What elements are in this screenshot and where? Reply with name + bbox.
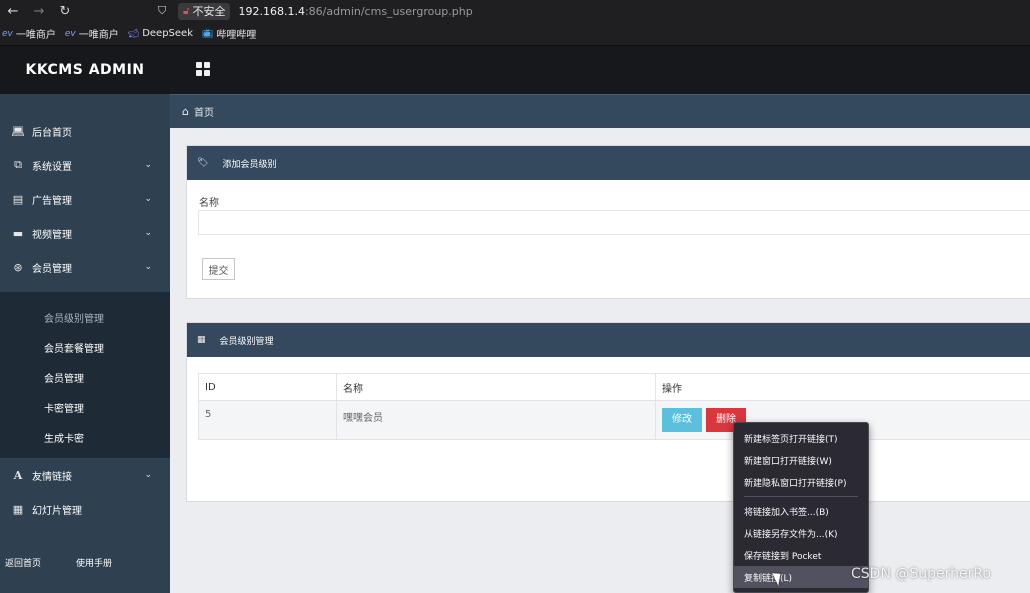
panel-title: 会员级别管理 — [219, 336, 274, 347]
sidebar-subitem-member-levels[interactable]: 会员级别管理 — [0, 302, 170, 332]
column-header-name: 名称 — [336, 373, 656, 401]
browser-toolbar: ← → ↻ ⛉ 🔓︎ 不安全 192.168.1.4:86/admin/cms_… — [0, 0, 1030, 22]
column-header-id: ID — [198, 373, 337, 401]
insecure-label: 不安全 — [192, 5, 226, 18]
panel-title: 添加会员级别 — [222, 159, 277, 170]
side-menu: 💻︎ 后台首页 ⧉ 系统设置 ⌄ ▤ 广告管理 ⌄ ▬ 视频管理 ⌄ ⊛ 会员管… — [0, 94, 170, 526]
chevron-down-icon: ⌄ — [144, 194, 152, 204]
grid-toggle-icon[interactable] — [196, 62, 210, 76]
sidebar-item-system-settings[interactable]: ⧉ 系统设置 ⌄ — [0, 148, 170, 182]
sidebar-item-videos[interactable]: ▬ 视频管理 ⌄ — [0, 216, 170, 250]
add-level-panel: 🏷︎ 添加会员级别 名称 提交 — [186, 145, 1030, 299]
column-header-actions: 操作 — [655, 373, 1030, 401]
top-navbar — [170, 46, 1030, 94]
sidebar-item-friend-links[interactable]: A 友情链接 ⌄ — [0, 458, 170, 492]
context-menu: 新建标签页打开链接(T) 新建窗口打开链接(W) 新建隐私窗口打开链接(P) 将… — [733, 422, 869, 593]
members-submenu: 会员级别管理 会员套餐管理 会员管理 卡密管理 生成卡密 — [0, 292, 170, 458]
level-table: ID 名称 操作 5 嘿嘿会员 修改 删除 — [198, 373, 1030, 440]
lock-warning-icon: 🔓︎ — [183, 5, 190, 17]
sidebar-item-dashboard[interactable]: 💻︎ 后台首页 — [0, 114, 170, 148]
sidebar-item-slides[interactable]: ▦ 幻灯片管理 — [0, 492, 170, 526]
submit-button[interactable]: 提交 — [202, 258, 235, 280]
ctx-separator — [744, 496, 858, 497]
home-icon[interactable]: ⌂ — [182, 105, 189, 118]
table-row: 5 嘿嘿会员 修改 删除 — [198, 400, 1030, 440]
list-icon: ▤ — [12, 192, 24, 206]
breadcrumb: ⌂ 首页 — [170, 94, 1030, 128]
bilibili-icon: 📺︎ — [201, 28, 214, 39]
address-bar[interactable]: ⛉ 🔓︎ 不安全 192.168.1.4:86/admin/cms_usergr… — [158, 2, 473, 20]
breadcrumb-home[interactable]: 首页 — [194, 104, 214, 119]
settings-icon: ⧉ — [14, 158, 22, 171]
bookmark-1[interactable]: ev 一唯商户 — [2, 26, 56, 42]
bookmarks-bar: ev 一唯商户 ev 一唯商户 🐋︎ DeepSeek 📺︎ 哔哩哔哩 — [0, 22, 1030, 46]
panel-header: ▦ 会员级别管理 — [187, 323, 1030, 357]
chevron-down-icon: ⌄ — [144, 160, 152, 170]
laptop-icon: 💻︎ — [11, 124, 25, 138]
bookmark-bilibili[interactable]: 📺︎ 哔哩哔哩 — [201, 26, 256, 42]
watermark: CSDN @SuperherRo — [851, 566, 992, 582]
ctx-open-private-window[interactable]: 新建隐私窗口打开链接(P) — [734, 471, 868, 493]
sidebar-footer: 返回首页 使用手册 — [0, 556, 170, 569]
chevron-up-icon: ⌄ — [144, 262, 152, 272]
deepseek-icon: 🐋︎ — [127, 28, 140, 39]
reload-icon[interactable]: ↻ — [52, 0, 78, 22]
table-icon: ▦ — [197, 335, 206, 345]
name-input[interactable] — [198, 210, 1030, 235]
bookmark-2[interactable]: ev 一唯商户 — [64, 26, 119, 42]
sidebar: KKCMS ADMIN 💻︎ 后台首页 ⧉ 系统设置 ⌄ ▤ 广告管理 ⌄ ▬ … — [0, 46, 170, 593]
insecure-badge[interactable]: 🔓︎ 不安全 — [178, 2, 231, 20]
bookmark-deepseek[interactable]: 🐋︎ DeepSeek — [128, 28, 193, 39]
ctx-open-new-tab[interactable]: 新建标签页打开链接(T) — [734, 427, 868, 449]
name-label: 名称 — [199, 198, 219, 209]
manual-link[interactable]: 使用手册 — [76, 556, 112, 569]
sidebar-subitem-member-packages[interactable]: 会员套餐管理 — [0, 332, 170, 362]
panel-header: 🏷︎ 添加会员级别 — [187, 146, 1030, 180]
main-content: 🏷︎ 添加会员级别 名称 提交 ▦ 会员级别管理 ID 名称 操作 5 嘿嘿会员… — [170, 128, 1030, 593]
chevron-down-icon: ⌄ — [144, 228, 152, 238]
lifebuoy-icon: ⊛ — [13, 260, 23, 274]
ctx-save-to-pocket[interactable]: 保存链接到 Pocket — [734, 544, 868, 566]
chevron-down-icon: ⌄ — [144, 470, 152, 480]
tags-icon: 🏷︎ — [197, 158, 209, 168]
sidebar-subitem-member-management[interactable]: 会员管理 — [0, 362, 170, 392]
back-home-link[interactable]: 返回首页 — [5, 556, 41, 569]
admin-app: KKCMS ADMIN 💻︎ 后台首页 ⧉ 系统设置 ⌄ ▤ 广告管理 ⌄ ▬ … — [0, 46, 1030, 593]
sidebar-subitem-card-keys[interactable]: 卡密管理 — [0, 392, 170, 422]
ctx-open-new-window[interactable]: 新建窗口打开链接(W) — [734, 449, 868, 471]
e-logo-icon: ev — [64, 28, 76, 39]
ctx-save-link-as[interactable]: 从链接另存文件为...(K) — [734, 522, 868, 544]
sidebar-item-ads[interactable]: ▤ 广告管理 ⌄ — [0, 182, 170, 216]
video-icon: ▬ — [12, 226, 24, 240]
url-text[interactable]: 192.168.1.4:86/admin/cms_usergroup.php — [238, 5, 472, 18]
cell-id: 5 — [198, 400, 337, 440]
font-icon: A — [13, 468, 23, 482]
brand-logo[interactable]: KKCMS ADMIN — [0, 46, 170, 94]
back-icon[interactable]: ← — [0, 0, 26, 22]
sidebar-subitem-generate-card-keys[interactable]: 生成卡密 — [0, 422, 170, 452]
level-list-panel: ▦ 会员级别管理 ID 名称 操作 5 嘿嘿会员 修改 删除 — [186, 322, 1030, 502]
forward-icon[interactable]: → — [26, 0, 52, 22]
shield-icon[interactable]: ⛉ — [158, 4, 172, 18]
table-header-row: ID 名称 操作 — [198, 373, 1030, 401]
sidebar-item-members[interactable]: ⊛ 会员管理 ⌄ — [0, 250, 170, 284]
ctx-copy-link[interactable]: 复制链接(L) — [734, 566, 868, 588]
e-logo-icon: ev — [2, 28, 13, 39]
edit-button[interactable]: 修改 — [662, 408, 702, 432]
ctx-bookmark-link[interactable]: 将链接加入书签...(B) — [734, 500, 868, 522]
table-icon: ▦ — [12, 502, 24, 516]
cell-name: 嘿嘿会员 — [336, 400, 656, 440]
